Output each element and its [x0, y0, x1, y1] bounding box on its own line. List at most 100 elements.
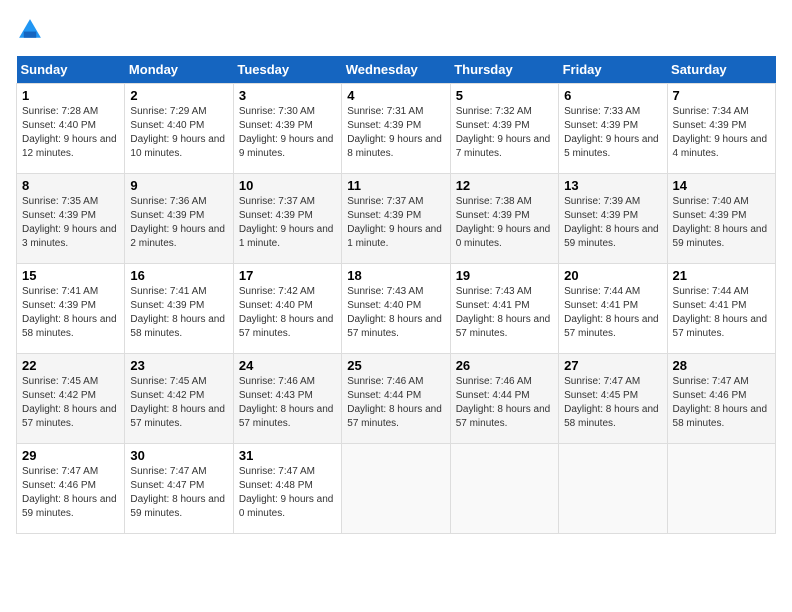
day-number: 13: [564, 178, 661, 193]
calendar-cell: 1 Sunrise: 7:28 AM Sunset: 4:40 PM Dayli…: [17, 84, 125, 174]
day-number: 4: [347, 88, 444, 103]
day-info: Sunrise: 7:37 AM Sunset: 4:39 PM Dayligh…: [239, 195, 336, 251]
calendar-cell: 14 Sunrise: 7:40 AM Sunset: 4:39 PM Dayl…: [667, 174, 775, 264]
weekday-header: Saturday: [667, 56, 775, 84]
day-number: 19: [456, 268, 553, 283]
day-info: Sunrise: 7:40 AM Sunset: 4:39 PM Dayligh…: [673, 195, 770, 251]
calendar-cell: 13 Sunrise: 7:39 AM Sunset: 4:39 PM Dayl…: [559, 174, 667, 264]
calendar-cell: 16 Sunrise: 7:41 AM Sunset: 4:39 PM Dayl…: [125, 264, 233, 354]
day-number: 17: [239, 268, 336, 283]
calendar-week-row: 22 Sunrise: 7:45 AM Sunset: 4:42 PM Dayl…: [17, 354, 776, 444]
logo-icon: [16, 16, 44, 44]
calendar-cell: 24 Sunrise: 7:46 AM Sunset: 4:43 PM Dayl…: [233, 354, 341, 444]
day-info: Sunrise: 7:47 AM Sunset: 4:47 PM Dayligh…: [130, 465, 227, 521]
day-info: Sunrise: 7:31 AM Sunset: 4:39 PM Dayligh…: [347, 105, 444, 161]
calendar-cell: 9 Sunrise: 7:36 AM Sunset: 4:39 PM Dayli…: [125, 174, 233, 264]
day-number: 20: [564, 268, 661, 283]
weekday-header: Thursday: [450, 56, 558, 84]
day-info: Sunrise: 7:43 AM Sunset: 4:41 PM Dayligh…: [456, 285, 553, 341]
day-info: Sunrise: 7:43 AM Sunset: 4:40 PM Dayligh…: [347, 285, 444, 341]
calendar-cell: 12 Sunrise: 7:38 AM Sunset: 4:39 PM Dayl…: [450, 174, 558, 264]
day-number: 16: [130, 268, 227, 283]
day-info: Sunrise: 7:46 AM Sunset: 4:44 PM Dayligh…: [456, 375, 553, 431]
day-number: 6: [564, 88, 661, 103]
weekday-header: Friday: [559, 56, 667, 84]
calendar-week-row: 15 Sunrise: 7:41 AM Sunset: 4:39 PM Dayl…: [17, 264, 776, 354]
weekday-header: Monday: [125, 56, 233, 84]
calendar-cell: 4 Sunrise: 7:31 AM Sunset: 4:39 PM Dayli…: [342, 84, 450, 174]
day-info: Sunrise: 7:34 AM Sunset: 4:39 PM Dayligh…: [673, 105, 770, 161]
day-info: Sunrise: 7:37 AM Sunset: 4:39 PM Dayligh…: [347, 195, 444, 251]
calendar-cell: 7 Sunrise: 7:34 AM Sunset: 4:39 PM Dayli…: [667, 84, 775, 174]
calendar-cell: 17 Sunrise: 7:42 AM Sunset: 4:40 PM Dayl…: [233, 264, 341, 354]
day-info: Sunrise: 7:39 AM Sunset: 4:39 PM Dayligh…: [564, 195, 661, 251]
calendar-cell: 3 Sunrise: 7:30 AM Sunset: 4:39 PM Dayli…: [233, 84, 341, 174]
calendar-cell: 31 Sunrise: 7:47 AM Sunset: 4:48 PM Dayl…: [233, 444, 341, 534]
calendar-cell: 19 Sunrise: 7:43 AM Sunset: 4:41 PM Dayl…: [450, 264, 558, 354]
day-number: 30: [130, 448, 227, 463]
day-info: Sunrise: 7:28 AM Sunset: 4:40 PM Dayligh…: [22, 105, 119, 161]
weekday-header: Wednesday: [342, 56, 450, 84]
day-info: Sunrise: 7:47 AM Sunset: 4:46 PM Dayligh…: [22, 465, 119, 521]
calendar-week-row: 8 Sunrise: 7:35 AM Sunset: 4:39 PM Dayli…: [17, 174, 776, 264]
day-number: 31: [239, 448, 336, 463]
calendar-table: SundayMondayTuesdayWednesdayThursdayFrid…: [16, 56, 776, 534]
calendar-cell: 30 Sunrise: 7:47 AM Sunset: 4:47 PM Dayl…: [125, 444, 233, 534]
calendar-week-row: 1 Sunrise: 7:28 AM Sunset: 4:40 PM Dayli…: [17, 84, 776, 174]
day-info: Sunrise: 7:35 AM Sunset: 4:39 PM Dayligh…: [22, 195, 119, 251]
weekday-header: Sunday: [17, 56, 125, 84]
day-info: Sunrise: 7:46 AM Sunset: 4:44 PM Dayligh…: [347, 375, 444, 431]
day-number: 11: [347, 178, 444, 193]
day-number: 26: [456, 358, 553, 373]
day-number: 14: [673, 178, 770, 193]
day-number: 12: [456, 178, 553, 193]
calendar-cell: 28 Sunrise: 7:47 AM Sunset: 4:46 PM Dayl…: [667, 354, 775, 444]
day-number: 21: [673, 268, 770, 283]
day-info: Sunrise: 7:41 AM Sunset: 4:39 PM Dayligh…: [130, 285, 227, 341]
calendar-cell: 29 Sunrise: 7:47 AM Sunset: 4:46 PM Dayl…: [17, 444, 125, 534]
page-header: [16, 16, 776, 44]
day-number: 8: [22, 178, 119, 193]
day-number: 27: [564, 358, 661, 373]
calendar-cell: 18 Sunrise: 7:43 AM Sunset: 4:40 PM Dayl…: [342, 264, 450, 354]
calendar-cell: 25 Sunrise: 7:46 AM Sunset: 4:44 PM Dayl…: [342, 354, 450, 444]
day-info: Sunrise: 7:33 AM Sunset: 4:39 PM Dayligh…: [564, 105, 661, 161]
day-number: 9: [130, 178, 227, 193]
day-number: 25: [347, 358, 444, 373]
day-number: 28: [673, 358, 770, 373]
calendar-cell: [559, 444, 667, 534]
calendar-cell: 6 Sunrise: 7:33 AM Sunset: 4:39 PM Dayli…: [559, 84, 667, 174]
calendar-cell: 21 Sunrise: 7:44 AM Sunset: 4:41 PM Dayl…: [667, 264, 775, 354]
calendar-cell: 8 Sunrise: 7:35 AM Sunset: 4:39 PM Dayli…: [17, 174, 125, 264]
day-number: 23: [130, 358, 227, 373]
day-info: Sunrise: 7:42 AM Sunset: 4:40 PM Dayligh…: [239, 285, 336, 341]
calendar-cell: 2 Sunrise: 7:29 AM Sunset: 4:40 PM Dayli…: [125, 84, 233, 174]
calendar-cell: 27 Sunrise: 7:47 AM Sunset: 4:45 PM Dayl…: [559, 354, 667, 444]
calendar-week-row: 29 Sunrise: 7:47 AM Sunset: 4:46 PM Dayl…: [17, 444, 776, 534]
day-info: Sunrise: 7:47 AM Sunset: 4:46 PM Dayligh…: [673, 375, 770, 431]
logo: [16, 16, 48, 44]
day-info: Sunrise: 7:47 AM Sunset: 4:48 PM Dayligh…: [239, 465, 336, 521]
calendar-cell: 10 Sunrise: 7:37 AM Sunset: 4:39 PM Dayl…: [233, 174, 341, 264]
day-info: Sunrise: 7:32 AM Sunset: 4:39 PM Dayligh…: [456, 105, 553, 161]
calendar-cell: 5 Sunrise: 7:32 AM Sunset: 4:39 PM Dayli…: [450, 84, 558, 174]
calendar-cell: 23 Sunrise: 7:45 AM Sunset: 4:42 PM Dayl…: [125, 354, 233, 444]
day-info: Sunrise: 7:45 AM Sunset: 4:42 PM Dayligh…: [22, 375, 119, 431]
day-number: 1: [22, 88, 119, 103]
day-info: Sunrise: 7:38 AM Sunset: 4:39 PM Dayligh…: [456, 195, 553, 251]
day-info: Sunrise: 7:44 AM Sunset: 4:41 PM Dayligh…: [564, 285, 661, 341]
day-info: Sunrise: 7:36 AM Sunset: 4:39 PM Dayligh…: [130, 195, 227, 251]
day-number: 15: [22, 268, 119, 283]
day-number: 3: [239, 88, 336, 103]
day-number: 18: [347, 268, 444, 283]
day-number: 5: [456, 88, 553, 103]
calendar-cell: [450, 444, 558, 534]
day-number: 10: [239, 178, 336, 193]
day-info: Sunrise: 7:46 AM Sunset: 4:43 PM Dayligh…: [239, 375, 336, 431]
day-info: Sunrise: 7:47 AM Sunset: 4:45 PM Dayligh…: [564, 375, 661, 431]
day-number: 22: [22, 358, 119, 373]
day-info: Sunrise: 7:45 AM Sunset: 4:42 PM Dayligh…: [130, 375, 227, 431]
day-number: 2: [130, 88, 227, 103]
calendar-cell: 22 Sunrise: 7:45 AM Sunset: 4:42 PM Dayl…: [17, 354, 125, 444]
day-info: Sunrise: 7:44 AM Sunset: 4:41 PM Dayligh…: [673, 285, 770, 341]
